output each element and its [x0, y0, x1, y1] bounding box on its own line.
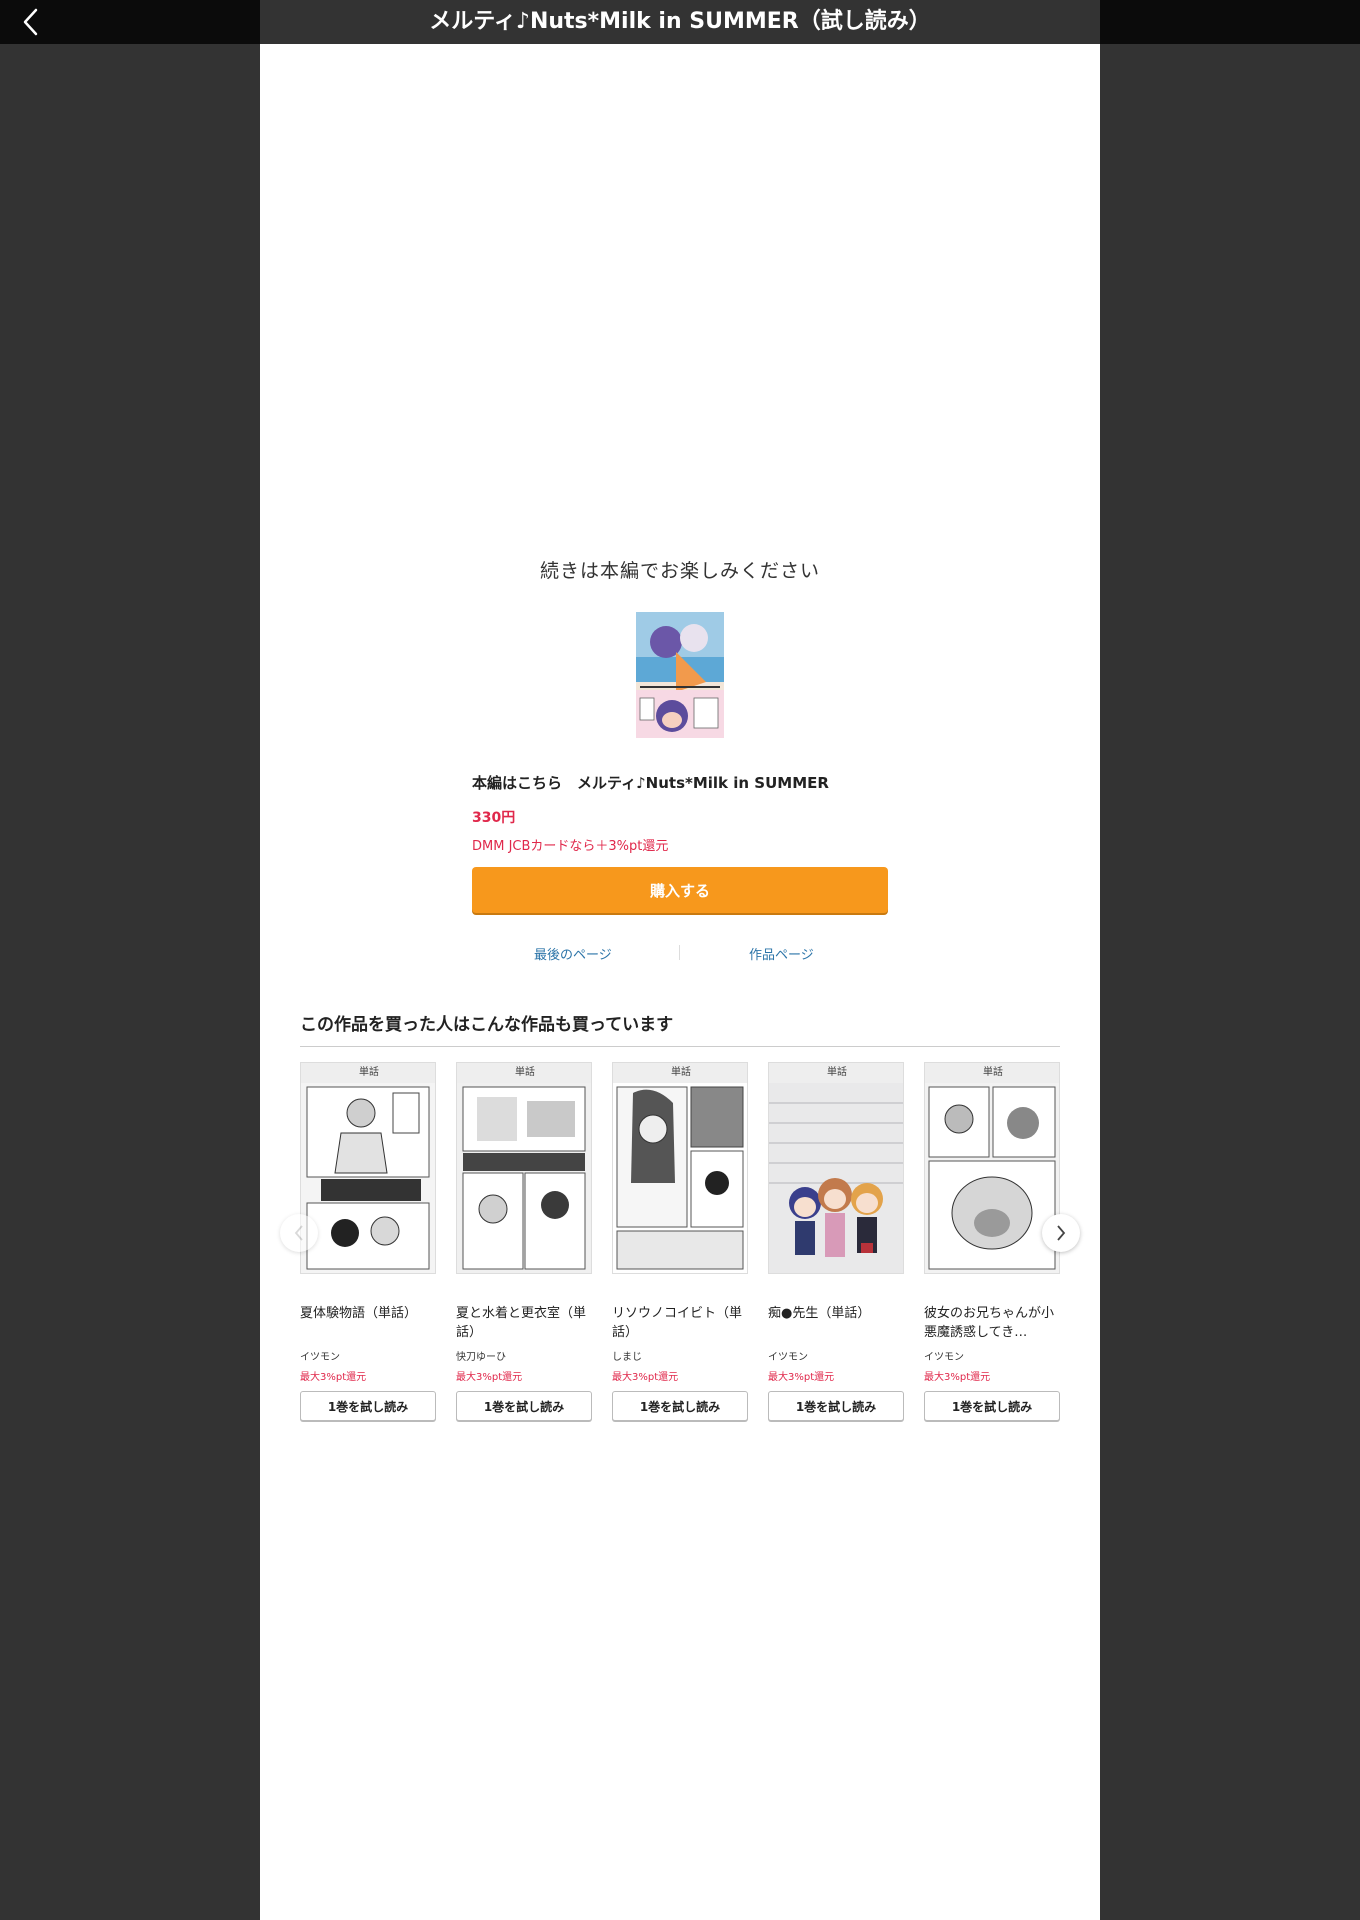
trial-read-button[interactable]: 1巻を試し読み	[612, 1391, 748, 1421]
card-author[interactable]: しまじ	[612, 1348, 642, 1363]
carousel-prev-button[interactable]	[280, 1214, 318, 1252]
section-divider	[300, 1046, 1060, 1047]
last-page-link[interactable]: 最後のページ	[534, 944, 612, 963]
card-badge: 単話	[769, 1063, 903, 1083]
card-title[interactable]: 夏体験物語（単話）	[300, 1304, 436, 1323]
back-button[interactable]	[14, 5, 48, 39]
card-thumbnail[interactable]: 単話	[612, 1062, 748, 1274]
card-badge: 単話	[301, 1063, 435, 1083]
card-badge: 単話	[613, 1063, 747, 1083]
buy-button[interactable]: 購入する	[472, 867, 888, 913]
card-author[interactable]: イツモン	[924, 1348, 964, 1363]
trial-read-button[interactable]: 1巻を試し読み	[300, 1391, 436, 1421]
recommendation-card: 単話 夏と水着と更衣室（単話） 快刀ゆーひ 最大3%pt還元 1巻を試し読み	[456, 1062, 592, 1421]
product-price: 330円	[472, 810, 516, 826]
card-title[interactable]: 彼女のお兄ちゃんが小悪魔誘惑してき…	[924, 1304, 1060, 1342]
card-point-note: 最大3%pt還元	[300, 1372, 367, 1383]
reader-end-page: 続きは本編でお楽しみください 本編はこちら メルティ♪Nuts*Milk in …	[260, 44, 1100, 1920]
product-cover-image[interactable]	[636, 612, 724, 738]
product-name[interactable]: 本編はこちら メルティ♪Nuts*Milk in SUMMER	[472, 772, 972, 793]
card-title[interactable]: リソウノコイビト（単話）	[612, 1304, 748, 1342]
card-badge: 単話	[457, 1063, 591, 1083]
trial-read-button[interactable]: 1巻を試し読み	[456, 1391, 592, 1421]
continue-message: 続きは本編でお楽しみください	[539, 560, 820, 582]
card-point-note: 最大3%pt還元	[456, 1372, 523, 1383]
card-badge: 単話	[925, 1063, 1059, 1083]
page-title: メルティ♪Nuts*Milk in SUMMER（試し読み）	[429, 9, 931, 34]
card-thumbnail[interactable]: 単話	[768, 1062, 904, 1274]
card-thumbnail[interactable]: 単話	[456, 1062, 592, 1274]
recommendation-card: 単話 夏体験物語（単話） イツモン 最大3%pt還元 1巻を試し読み	[300, 1062, 436, 1421]
card-point-note: 最大3%pt還元	[612, 1372, 679, 1383]
card-thumbnail[interactable]: 単話	[300, 1062, 436, 1274]
recommendation-card: 単話 彼女のお兄ちゃんが小悪魔誘惑してき… イツモン 最大3%pt還元 1巻を試…	[924, 1062, 1060, 1421]
card-title[interactable]: 夏と水着と更衣室（単話）	[456, 1304, 592, 1342]
link-divider	[679, 945, 680, 960]
chevron-left-icon	[23, 8, 38, 36]
trial-read-button[interactable]: 1巻を試し読み	[924, 1391, 1060, 1421]
card-author[interactable]: イツモン	[768, 1348, 808, 1363]
chevron-right-icon	[1057, 1225, 1066, 1241]
card-point-note: 最大3%pt還元	[768, 1372, 835, 1383]
card-thumbnail[interactable]: 単話	[924, 1062, 1060, 1274]
card-author[interactable]: 快刀ゆーひ	[456, 1348, 506, 1363]
card-point-note: 最大3%pt還元	[924, 1372, 991, 1383]
point-note: DMM JCBカードなら＋3%pt還元	[472, 839, 669, 854]
recommendation-card: 単話 リソウノコイビト（単話） しまじ 最大3%pt還元 1巻を試し読み	[612, 1062, 748, 1421]
recommendation-card: 単話 痴●先生（単話） イツモン 最大3%pt還元 1巻を試し読み	[768, 1062, 904, 1421]
carousel-next-button[interactable]	[1042, 1214, 1080, 1252]
chevron-left-icon	[294, 1225, 303, 1241]
card-author[interactable]: イツモン	[300, 1348, 340, 1363]
card-title[interactable]: 痴●先生（単話）	[768, 1304, 904, 1323]
product-page-link[interactable]: 作品ページ	[749, 944, 814, 963]
recommendations-title: この作品を買った人はこんな作品も買っています	[300, 1015, 674, 1035]
trial-read-button[interactable]: 1巻を試し読み	[768, 1391, 904, 1421]
